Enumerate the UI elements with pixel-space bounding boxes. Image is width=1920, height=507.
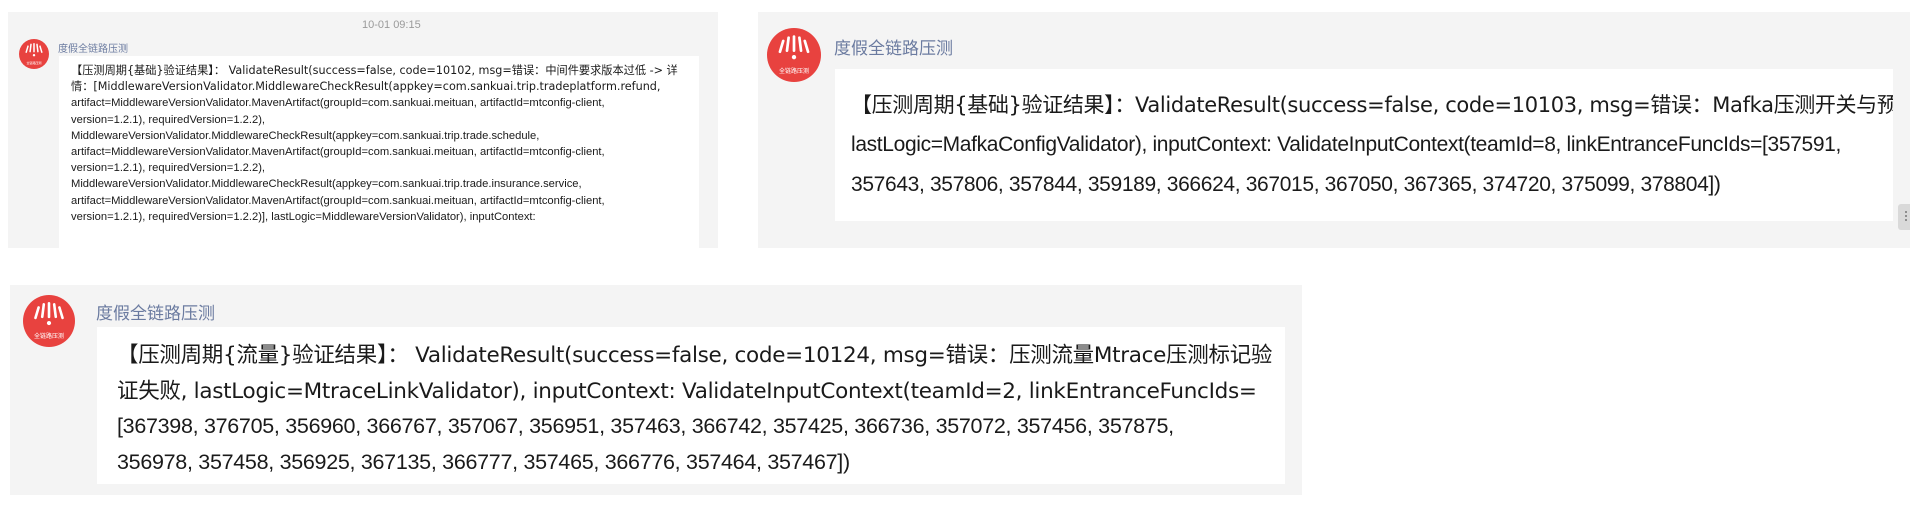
sender-avatar[interactable]: 全链路压测: [19, 39, 49, 69]
message-line: MiddlewareVersionValidator.MiddlewareChe…: [71, 178, 582, 191]
sender-avatar[interactable]: 全链路压测: [23, 295, 75, 347]
message-line: 356978, 357458, 356925, 367135, 366777, …: [117, 449, 850, 474]
sender-name[interactable]: 度假全链路压测: [834, 34, 953, 59]
avatar-label: 全链路压测: [778, 68, 809, 75]
message-line: MiddlewareVersionValidator.MiddlewareChe…: [71, 129, 540, 142]
message-line: version=1.2.1), requiredVersion=1.2.2),: [71, 162, 266, 175]
message-line: 【压测周期{流量}验证结果】： ValidateResult(success=f…: [117, 343, 1273, 368]
message-line: 357643, 357806, 357844, 359189, 366624, …: [851, 173, 1721, 196]
message-line: artifact=MiddlewareVersionValidator.Mave…: [71, 194, 605, 207]
message-timestamp: 10-01 09:15: [362, 19, 421, 31]
chat-panel-top-left: 10-01 09:15 全链路压测 度假全链路压测 【压测周期{基础}验证结果】…: [8, 12, 718, 248]
message-line: artifact=MiddlewareVersionValidator.Mave…: [71, 97, 605, 110]
message-bubble[interactable]: 【压测周期{基础}验证结果】： ValidateResult(success=f…: [59, 56, 699, 248]
sender-name[interactable]: 度假全链路压测: [58, 40, 128, 55]
chat-panel-bottom: 全链路压测 度假全链路压测 【压测周期{流量}验证结果】： ValidateRe…: [10, 285, 1302, 495]
message-line: lastLogic=MafkaConfigValidator), inputCo…: [851, 133, 1841, 156]
sender-avatar[interactable]: 全链路压测: [767, 28, 821, 82]
dot-icon: [1904, 219, 1907, 221]
dot-icon: [1904, 215, 1907, 217]
avatar-label: 全链路压测: [33, 333, 64, 340]
chat-panel-top-right: 全链路压测 度假全链路压测 【压测周期{基础}验证结果】：ValidateRes…: [758, 12, 1910, 248]
message-line: 【压测周期{基础}验证结果】： ValidateResult(success=f…: [71, 64, 678, 77]
message-line: 情：[MiddlewareVersionValidator.Middleware…: [71, 80, 661, 94]
dot-icon: [1904, 211, 1907, 213]
message-line: [367398, 376705, 356960, 366767, 357067,…: [117, 414, 1174, 438]
message-line: 证失败, lastLogic=MtraceLinkValidator), inp…: [117, 378, 1257, 404]
message-line: 【压测周期{基础}验证结果】：ValidateResult(success=fa…: [851, 93, 1893, 117]
message-line: version=1.2.1), requiredVersion=1.2.2)],…: [71, 210, 536, 223]
message-line: version=1.2.1), requiredVersion=1.2.2),: [71, 113, 266, 126]
sender-name[interactable]: 度假全链路压测: [96, 299, 215, 324]
message-bubble[interactable]: 【压测周期{基础}验证结果】：ValidateResult(success=fa…: [835, 69, 1893, 221]
more-options-handle[interactable]: [1898, 204, 1910, 230]
avatar-label: 全链路压测: [26, 61, 42, 65]
message-bubble[interactable]: 【压测周期{流量}验证结果】： ValidateResult(success=f…: [97, 327, 1285, 484]
message-line: artifact=MiddlewareVersionValidator.Mave…: [71, 146, 605, 159]
